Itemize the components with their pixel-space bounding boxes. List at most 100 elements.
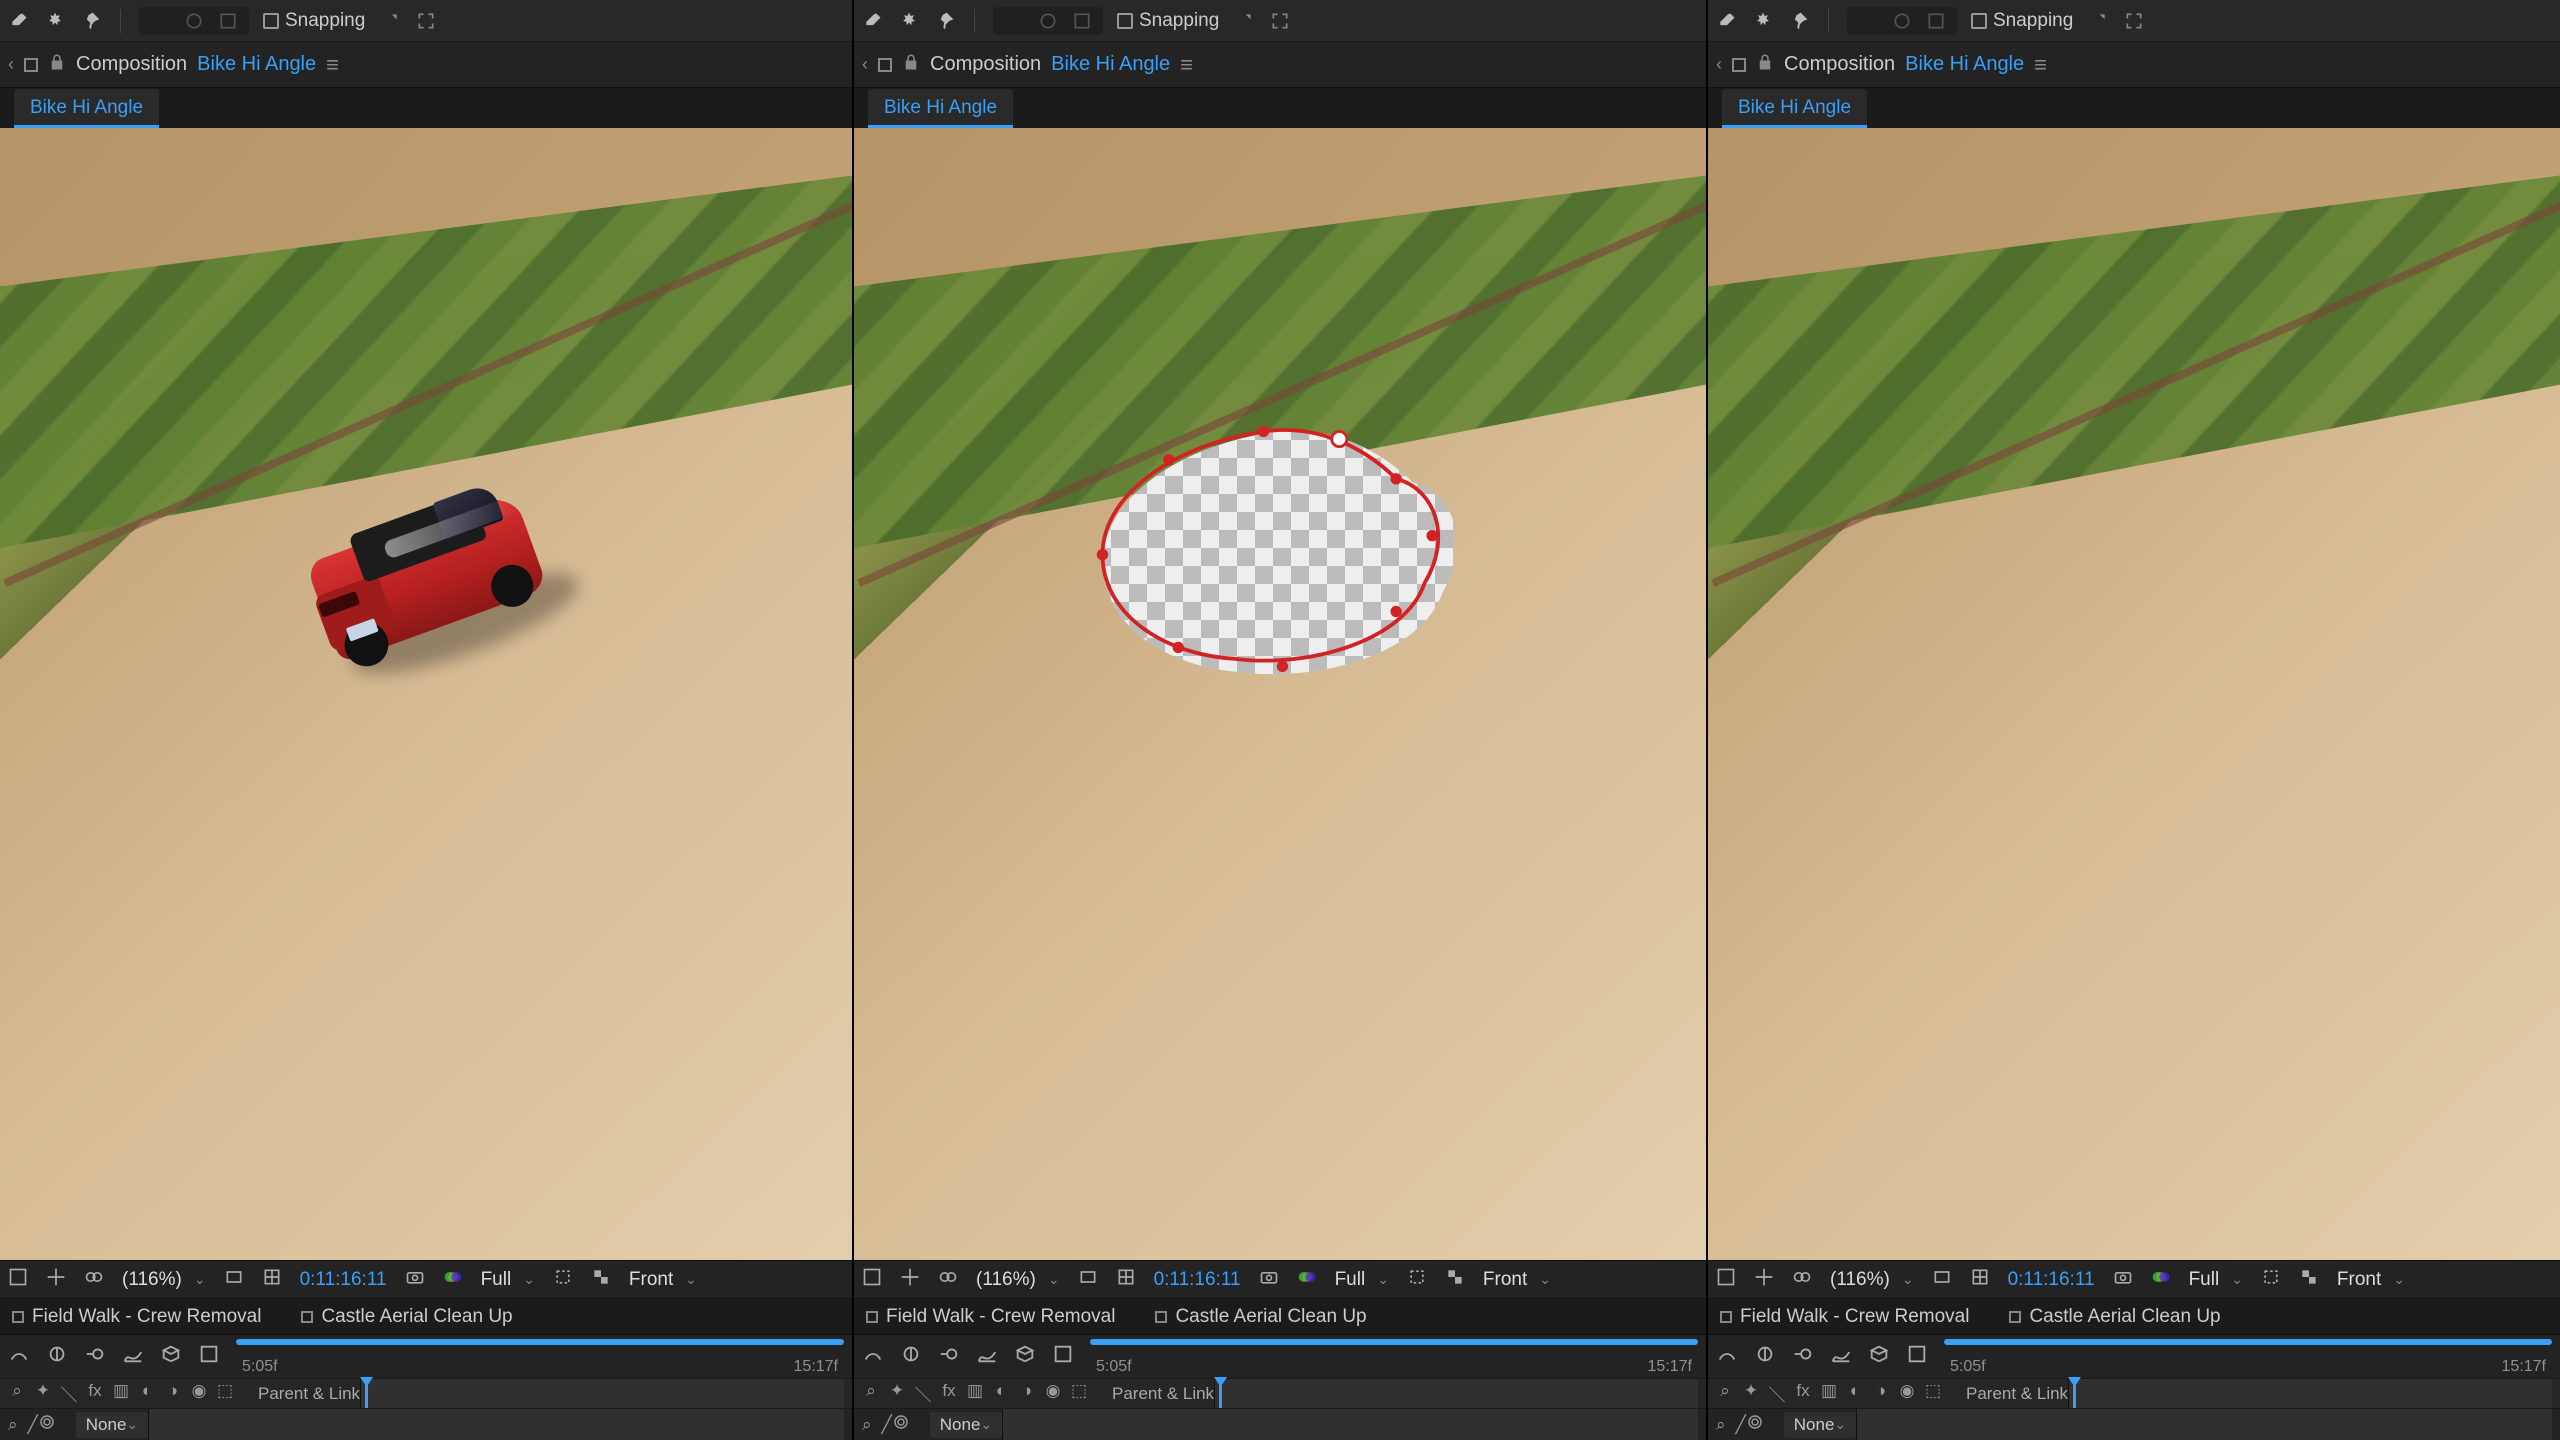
pin-icon[interactable] [1788,10,1810,32]
composition-label: Composition [76,53,187,76]
camera-view[interactable]: Front [629,1269,673,1291]
local-axis-icon[interactable] [1003,10,1025,32]
col-fx-icon[interactable]: fx [86,1381,104,1406]
graph-editor-icon[interactable] [122,1343,144,1370]
col-adj-icon[interactable]: ◑ [164,1381,182,1406]
mask-path[interactable] [1093,422,1453,702]
viewer-toggle-icon[interactable] [878,58,892,72]
comp-tabs: Bike Hi Angle [0,88,852,128]
eraser-icon[interactable] [862,10,884,32]
snapping-toggle[interactable]: Snapping [263,10,365,32]
timeline-tab-1[interactable]: Field Walk - Crew Removal [866,1306,1115,1328]
snapping-label: Snapping [285,10,365,32]
render-icon[interactable] [198,1343,220,1370]
layer-edit-icon[interactable]: ╱ [28,1415,38,1435]
grid-icon[interactable] [262,1267,282,1293]
composition-name[interactable]: Bike Hi Angle [197,53,316,76]
chevron-left-icon[interactable]: ‹ [862,54,868,75]
chevron-left-icon[interactable]: ‹ [8,54,14,75]
view-axis-icon[interactable] [1071,10,1093,32]
mask-vis-icon[interactable] [84,1267,104,1293]
eraser-icon[interactable] [8,10,30,32]
track-area[interactable] [360,1379,844,1408]
timeline-tab-1[interactable]: Field Walk - Crew Removal [12,1306,261,1328]
timeline-tab-2[interactable]: Castle Aerial Clean Up [301,1306,512,1328]
snapshot-icon[interactable] [405,1267,425,1293]
layer-track[interactable] [148,1409,844,1440]
pickwhip-icon[interactable] [38,1413,56,1436]
col-solo-icon[interactable]: ＼ [60,1381,78,1406]
snap-bounds-icon[interactable] [1269,10,1291,32]
panel-menu-icon[interactable]: ≡ [1180,52,1193,78]
parent-dropdown[interactable]: None⌄ [930,1412,1002,1438]
lock-icon[interactable] [902,53,920,77]
tool-options-bar: Snapping [0,0,852,42]
col-av-icon[interactable]: ✦ [34,1381,52,1406]
axis-mode-group [139,7,249,35]
layer-row[interactable]: ⌕ ╱ None ⌄ [0,1408,852,1440]
timeline-tab-2[interactable]: Castle Aerial Clean Up [1155,1306,1366,1328]
eraser-icon[interactable] [1716,10,1738,32]
roi-icon[interactable] [1407,1267,1427,1293]
col-mb-icon[interactable]: ◐ [138,1381,156,1406]
pin-icon[interactable] [80,10,102,32]
safe-zones-icon[interactable] [1078,1267,1098,1293]
cam-caret-icon[interactable]: ⌄ [685,1271,697,1288]
clone-stamp-icon[interactable] [44,10,66,32]
playhead[interactable] [365,1379,368,1408]
snapshot-icon[interactable] [1259,1267,1279,1293]
alpha-icon[interactable] [8,1267,28,1293]
local-axis-icon[interactable] [149,10,171,32]
zoom-value[interactable]: (116%) [122,1269,182,1291]
col-frame-icon[interactable]: ▥ [112,1381,130,1406]
world-axis-icon[interactable] [1037,10,1059,32]
world-axis-icon[interactable] [183,10,205,32]
lock-icon[interactable] [48,53,66,77]
pin-icon[interactable] [934,10,956,32]
pickwhip-icon[interactable] [892,1413,910,1436]
panel-original: Snapping ‹ Composition Bike Hi Angle ≡ B… [0,0,854,1440]
column-header-row: ⌕ ✦ ＼ fx ▥ ◐ ◑ ◉ ⬚ Parent & Link [0,1378,852,1408]
composition-viewer[interactable] [854,128,1706,1260]
snap-edge-icon[interactable] [379,10,401,32]
transparency-grid-icon[interactable] [591,1267,611,1293]
resolution-dropdown[interactable]: Full [481,1269,512,1291]
shy-icon[interactable] [8,1343,30,1370]
motion-blur-icon[interactable] [84,1343,106,1370]
panel-mask: Snapping ‹ Composition Bike Hi Angle ≡ B… [854,0,1708,1440]
snap-bounds-icon[interactable] [415,10,437,32]
view-axis-icon[interactable] [217,10,239,32]
guides-icon[interactable] [46,1267,66,1293]
res-caret-icon[interactable]: ⌄ [523,1271,535,1288]
frame-blend-icon[interactable] [46,1343,68,1370]
alpha-icon[interactable] [862,1267,882,1293]
snap-edge-icon[interactable] [1233,10,1255,32]
draft3d-icon[interactable] [160,1343,182,1370]
comp-tab-active[interactable]: Bike Hi Angle [14,89,159,128]
time-ruler[interactable]: 5:05f 15:17f [236,1335,844,1378]
layer-label-icon[interactable]: ⌕ [8,1415,18,1435]
channel-icon[interactable] [443,1267,463,1293]
composition-viewer[interactable] [0,128,852,1260]
guides-icon[interactable] [900,1267,920,1293]
col-cube-icon[interactable]: ⬚ [216,1381,234,1406]
composition-viewer[interactable] [1708,128,2560,1260]
roi-icon[interactable] [553,1267,573,1293]
col-3d-icon[interactable]: ◉ [190,1381,208,1406]
snapping-checkbox[interactable] [263,13,279,29]
transparency-grid-icon[interactable] [1445,1267,1465,1293]
clone-stamp-icon[interactable] [1752,10,1774,32]
snapping-toggle[interactable]: Snapping [1117,10,1219,32]
channel-icon[interactable] [1297,1267,1317,1293]
panel-menu-icon[interactable]: ≡ [326,52,339,78]
zoom-caret-icon[interactable]: ⌄ [194,1271,206,1288]
safe-zones-icon[interactable] [224,1267,244,1293]
viewer-toggle-icon[interactable] [24,58,38,72]
mask-vis-icon[interactable] [938,1267,958,1293]
clone-stamp-icon[interactable] [898,10,920,32]
panel-result: Snapping ‹ Composition Bike Hi Angle ≡ B… [1708,0,2560,1440]
col-shy-icon[interactable]: ⌕ [8,1381,26,1406]
current-time[interactable]: 0:11:16:11 [300,1269,387,1291]
grid-icon[interactable] [1116,1267,1136,1293]
parent-dropdown[interactable]: None ⌄ [76,1412,148,1438]
